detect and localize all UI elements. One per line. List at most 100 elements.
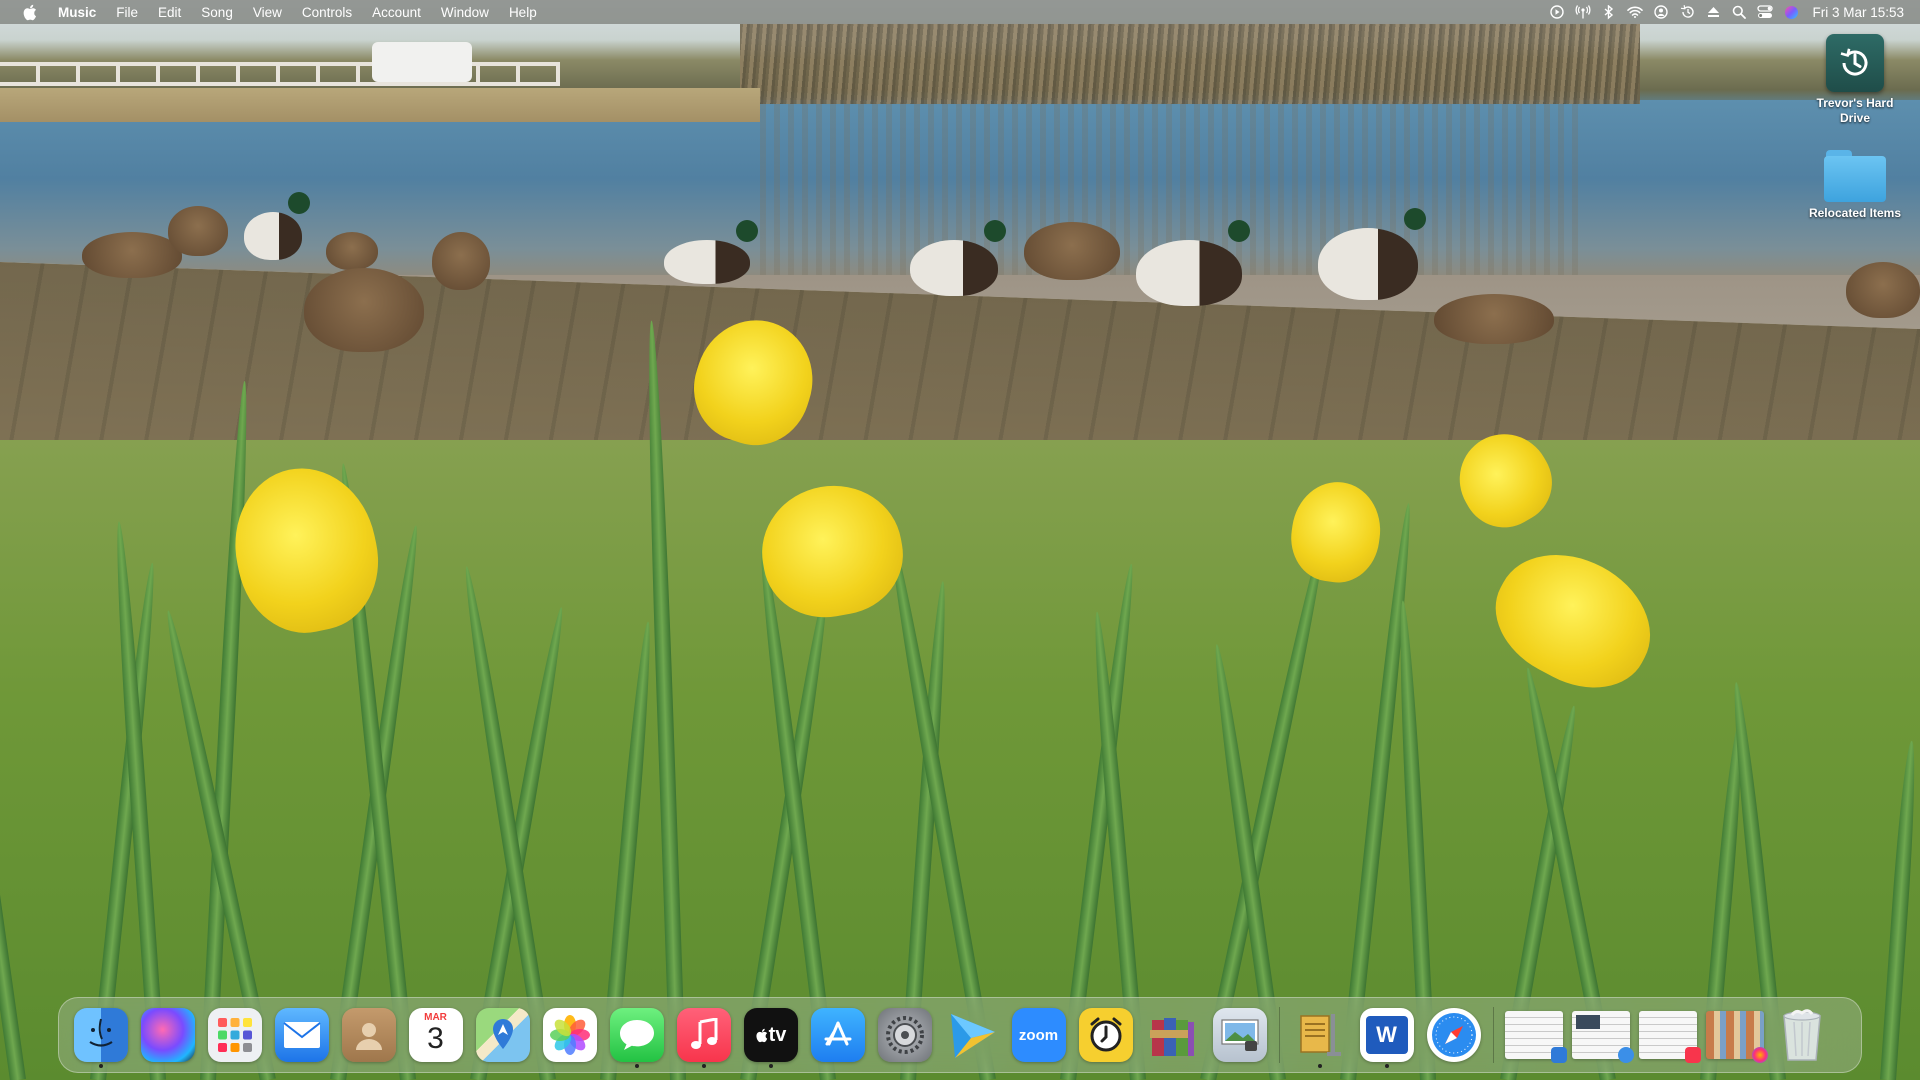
document-thumbnail-icon <box>1571 1011 1634 1063</box>
wallpaper-duck <box>168 206 228 256</box>
dock-winrar[interactable] <box>1139 1002 1206 1068</box>
dock-separator <box>1493 1007 1494 1063</box>
menu-file[interactable]: File <box>106 0 148 24</box>
document-thumbnail-icon <box>1504 1011 1567 1063</box>
wallpaper-duck <box>1318 208 1426 300</box>
maps-icon <box>475 1008 530 1062</box>
dock-document-stack-2[interactable] <box>1567 1002 1634 1068</box>
menu-song[interactable]: Song <box>191 0 243 24</box>
dock-maps[interactable] <box>469 1002 536 1068</box>
menu-account[interactable]: Account <box>362 0 431 24</box>
dock-media-player[interactable] <box>938 1002 1005 1068</box>
dock-zoom[interactable]: zoom <box>1005 1002 1072 1068</box>
apple-logo-icon[interactable] <box>18 1 40 23</box>
dock: MAR 3 tv zoom W <box>58 997 1862 1073</box>
control-center-icon[interactable] <box>1752 0 1778 24</box>
wallpaper-duck <box>244 192 310 260</box>
running-indicator <box>1384 1064 1389 1068</box>
dock-document-stack-1[interactable] <box>1500 1002 1567 1068</box>
desktop-item-label: Trevor's Hard Drive <box>1816 96 1894 125</box>
desktop-item-label: Relocated Items <box>1808 206 1902 220</box>
alarm-clock-icon <box>1078 1008 1133 1062</box>
document-thumbnail-icon <box>1638 1011 1701 1063</box>
word-label: W <box>1376 1022 1397 1047</box>
dock-word[interactable]: W <box>1353 1002 1420 1068</box>
wallpaper-fence <box>0 62 560 86</box>
dock-archive-utility[interactable] <box>1286 1002 1353 1068</box>
dock-alarm-clock[interactable] <box>1072 1002 1139 1068</box>
zoom-label: zoom <box>1018 1026 1059 1044</box>
dock-finder[interactable] <box>67 1002 134 1068</box>
dock-trash[interactable] <box>1768 1002 1835 1068</box>
calendar-icon: MAR 3 <box>408 1008 463 1062</box>
wallpaper-duck <box>82 232 182 278</box>
wallpaper-trees <box>740 24 1640 104</box>
system-settings-icon <box>877 1008 932 1062</box>
wallpaper-reeds <box>0 88 760 122</box>
menubar-clock[interactable]: Fri 3 Mar 15:53 <box>1804 5 1908 20</box>
play-circle-icon[interactable] <box>1544 0 1570 24</box>
photos-icon <box>542 1008 597 1062</box>
wallpaper-duck <box>664 220 758 284</box>
apple-tv-label: tv <box>768 1023 787 1046</box>
wallpaper-van <box>372 42 472 82</box>
wallpaper-duck <box>910 220 1006 296</box>
messages-icon <box>609 1008 664 1062</box>
eject-icon[interactable] <box>1700 0 1726 24</box>
time-machine-drive-icon <box>1826 34 1884 92</box>
launchpad-icon <box>207 1008 262 1062</box>
menu-app-name[interactable]: Music <box>48 0 106 24</box>
preview-icon <box>1212 1008 1267 1062</box>
dock-app-store[interactable] <box>804 1002 871 1068</box>
menu-window[interactable]: Window <box>431 0 499 24</box>
wallpaper-duck <box>1024 222 1120 280</box>
menu-edit[interactable]: Edit <box>148 0 191 24</box>
search-icon[interactable] <box>1726 0 1752 24</box>
archive-books-icon <box>1146 1008 1200 1062</box>
dock-document-stack-4[interactable] <box>1701 1002 1768 1068</box>
running-indicator <box>98 1064 103 1068</box>
wallpaper-duck <box>304 268 424 352</box>
dock-contacts[interactable] <box>335 1002 402 1068</box>
dock-document-stack-3[interactable] <box>1634 1002 1701 1068</box>
dock-music[interactable] <box>670 1002 737 1068</box>
dock-preview[interactable] <box>1206 1002 1273 1068</box>
menu-view[interactable]: View <box>243 0 292 24</box>
word-icon: W <box>1359 1008 1414 1062</box>
music-icon <box>676 1008 731 1062</box>
dock-photos[interactable] <box>536 1002 603 1068</box>
siri-icon[interactable] <box>1778 0 1804 24</box>
archive-utility-icon <box>1293 1008 1347 1062</box>
running-indicator <box>768 1064 773 1068</box>
dock-siri[interactable] <box>134 1002 201 1068</box>
dock-apple-tv[interactable]: tv <box>737 1002 804 1068</box>
bluetooth-icon[interactable] <box>1596 0 1622 24</box>
calendar-day: 3 <box>427 1022 444 1055</box>
finder-icon <box>73 1008 128 1062</box>
menu-help[interactable]: Help <box>499 0 547 24</box>
running-indicator <box>701 1064 706 1068</box>
wallpaper-duck <box>432 232 490 290</box>
mail-icon <box>274 1008 329 1062</box>
dock-safari[interactable] <box>1420 1002 1487 1068</box>
desktop-item-relocated-items[interactable]: Relocated Items <box>1800 150 1910 221</box>
app-store-icon <box>810 1008 865 1062</box>
dock-messages[interactable] <box>603 1002 670 1068</box>
safari-icon <box>1426 1008 1481 1062</box>
trash-icon <box>1775 1008 1829 1062</box>
contacts-icon <box>341 1008 396 1062</box>
radio-tower-icon[interactable] <box>1570 0 1596 24</box>
wifi-icon[interactable] <box>1622 0 1648 24</box>
menu-bar: Music File Edit Song View Controls Accou… <box>0 0 1920 24</box>
menu-controls[interactable]: Controls <box>292 0 362 24</box>
dock-calendar[interactable]: MAR 3 <box>402 1002 469 1068</box>
dock-system-settings[interactable] <box>871 1002 938 1068</box>
time-machine-icon[interactable] <box>1674 0 1700 24</box>
play-triangle-icon <box>945 1008 999 1062</box>
desktop-item-hard-drive[interactable]: Trevor's Hard Drive <box>1800 34 1910 126</box>
dock-launchpad[interactable] <box>201 1002 268 1068</box>
dock-mail[interactable] <box>268 1002 335 1068</box>
wallpaper-duck <box>1846 262 1920 318</box>
user-circle-icon[interactable] <box>1648 0 1674 24</box>
document-thumbnail-icon <box>1705 1011 1768 1063</box>
